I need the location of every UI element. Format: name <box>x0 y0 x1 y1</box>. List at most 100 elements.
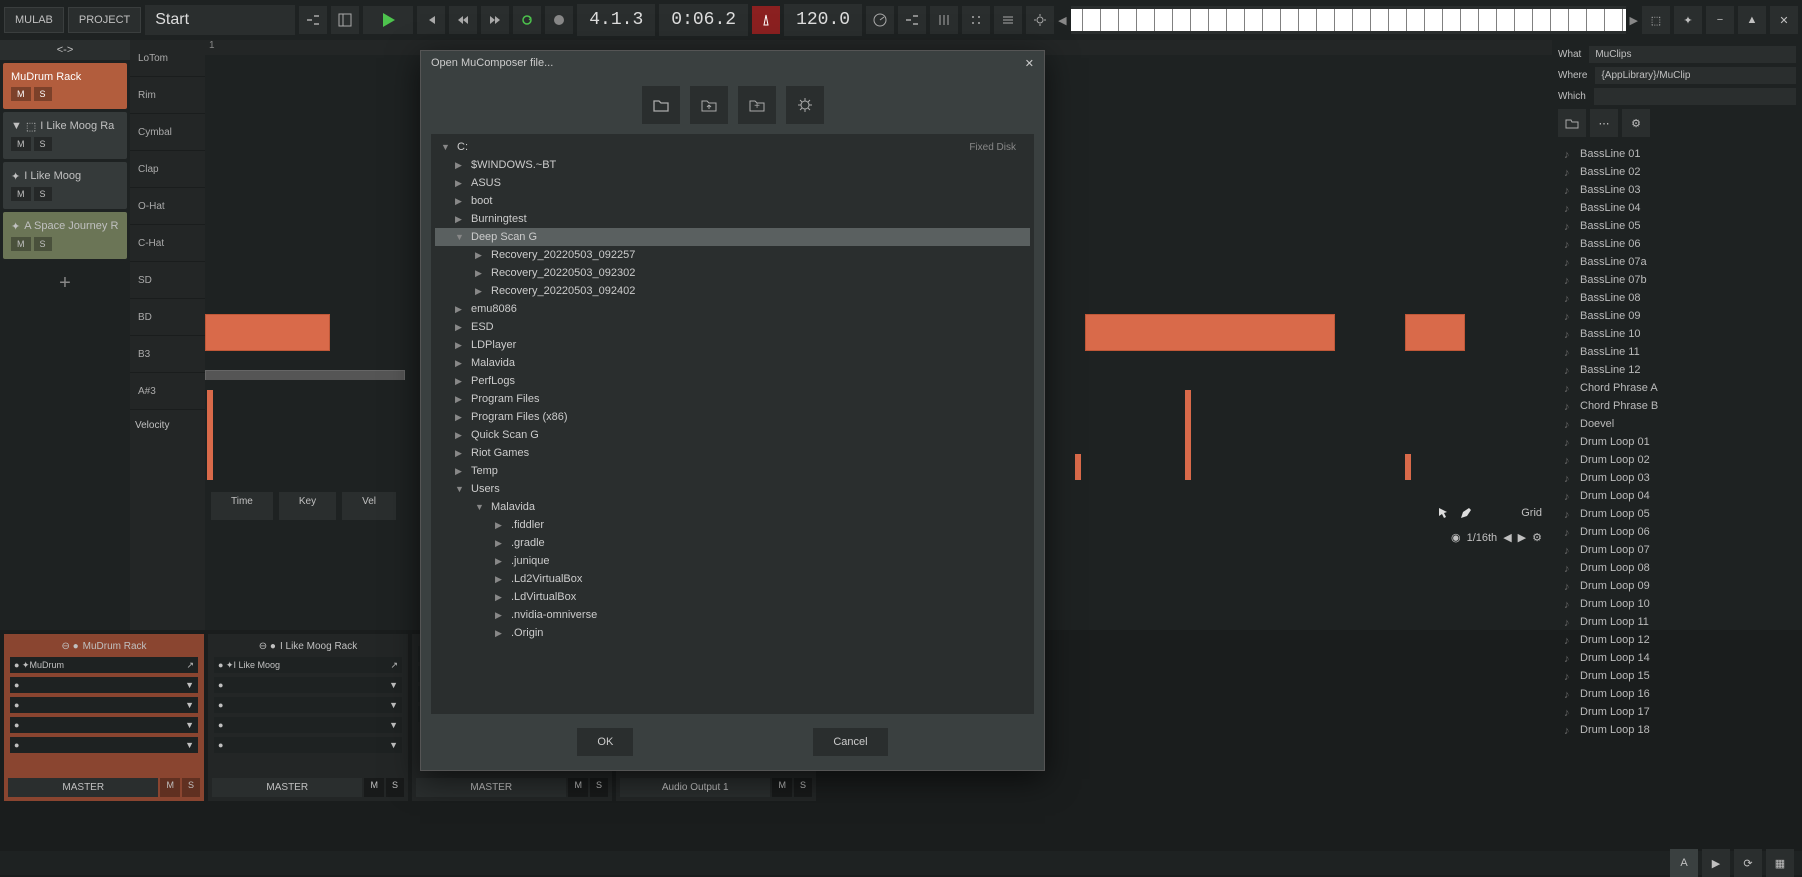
tree-item[interactable]: ▶Recovery_20220503_092302 <box>435 264 1030 282</box>
mute-button[interactable]: M <box>11 137 31 151</box>
tree-item[interactable]: ▶.fiddler <box>435 516 1030 534</box>
strip-output[interactable]: MASTER <box>8 778 158 797</box>
tempo-display[interactable]: 120.0 <box>784 4 862 36</box>
add-track-button[interactable]: + <box>0 262 130 305</box>
tree-item[interactable]: ▼C:Fixed Disk <box>435 138 1030 156</box>
expand-icon[interactable]: ↗ <box>186 660 194 671</box>
strip-output[interactable]: Audio Output 1 <box>620 778 770 797</box>
velocity-bar[interactable] <box>207 390 213 480</box>
folder-new-icon[interactable]: + <box>738 86 776 124</box>
dropdown-icon[interactable]: ▼ <box>389 700 398 710</box>
tree-expander-icon[interactable]: ▶ <box>455 322 465 333</box>
expand-icon[interactable]: ▼ <box>11 120 22 133</box>
rewind-button[interactable] <box>449 6 477 34</box>
fx-slot[interactable]: ●▼ <box>214 717 402 733</box>
tree-item[interactable]: ▶Malavida <box>435 354 1030 372</box>
library-item[interactable]: ♪Drum Loop 03 <box>1558 469 1796 487</box>
tap-tempo-icon[interactable] <box>866 6 894 34</box>
tree-expander-icon[interactable]: ▶ <box>455 160 465 171</box>
tree-expander-icon[interactable]: ▶ <box>495 628 505 639</box>
mute-button[interactable]: M <box>568 778 588 797</box>
expand-icon[interactable]: ✦ <box>1674 6 1702 34</box>
library-item[interactable]: ♪BassLine 05 <box>1558 217 1796 235</box>
list-icon[interactable] <box>994 6 1022 34</box>
tree-item[interactable]: ▶Recovery_20220503_092402 <box>435 282 1030 300</box>
solo-button[interactable]: S <box>386 778 404 797</box>
project-button[interactable]: PROJECT <box>68 7 141 33</box>
fx-slot[interactable]: ●▼ <box>10 737 198 753</box>
library-item[interactable]: ♪BassLine 09 <box>1558 307 1796 325</box>
lane-label[interactable]: BD <box>130 299 205 336</box>
drag-icon[interactable]: ✦ <box>11 220 20 233</box>
tree-expander-icon[interactable]: ▼ <box>455 232 465 242</box>
tree-expander-icon[interactable]: ▶ <box>455 304 465 315</box>
footer-loop-icon[interactable]: ⟳ <box>1734 849 1762 877</box>
tree-expander-icon[interactable]: ▶ <box>455 214 465 225</box>
library-item[interactable]: ♪BassLine 10 <box>1558 325 1796 343</box>
tree-expander-icon[interactable]: ▶ <box>475 268 485 279</box>
tree-item[interactable]: ▶Program Files <box>435 390 1030 408</box>
mixer-icon[interactable] <box>930 6 958 34</box>
tree-item[interactable]: ▶.Origin <box>435 624 1030 642</box>
position-display[interactable]: 4.1.3 <box>577 4 655 36</box>
solo-button[interactable]: S <box>794 778 812 797</box>
piano-left-icon[interactable]: ◀ <box>1058 14 1066 27</box>
tree-expander-icon[interactable]: ▶ <box>455 412 465 423</box>
loop-button[interactable] <box>513 6 541 34</box>
strip-rec-icon[interactable]: ⊖ ● <box>259 641 276 652</box>
clip[interactable] <box>1085 314 1335 351</box>
solo-button[interactable]: S <box>34 87 52 101</box>
library-item[interactable]: ♪Drum Loop 15 <box>1558 667 1796 685</box>
track-card[interactable]: ✦A Space Journey R MS <box>3 212 127 259</box>
tree-item[interactable]: ▶Quick Scan G <box>435 426 1030 444</box>
tree-item[interactable]: ▶Riot Games <box>435 444 1030 462</box>
library-item[interactable]: ♪Drum Loop 04 <box>1558 487 1796 505</box>
clip[interactable] <box>205 314 330 351</box>
dropdown-icon[interactable]: ▼ <box>185 700 194 710</box>
dropdown-icon[interactable]: ▼ <box>185 680 194 690</box>
record-button[interactable] <box>545 6 573 34</box>
lane-label[interactable]: O-Hat <box>130 188 205 225</box>
dialog-close-icon[interactable]: ✕ <box>1025 57 1034 70</box>
library-item[interactable]: ♪Drum Loop 05 <box>1558 505 1796 523</box>
tree-expander-icon[interactable]: ▶ <box>455 358 465 369</box>
library-item[interactable]: ♪Drum Loop 08 <box>1558 559 1796 577</box>
tree-item[interactable]: ▼Deep Scan G <box>435 228 1030 246</box>
vel-control[interactable]: Vel <box>342 492 396 520</box>
pencil-tool-icon[interactable] <box>1459 506 1473 520</box>
tree-expander-icon[interactable]: ▶ <box>455 466 465 477</box>
which-input[interactable] <box>1594 88 1796 105</box>
library-item[interactable]: ♪BassLine 06 <box>1558 235 1796 253</box>
library-item[interactable]: ♪Drum Loop 10 <box>1558 595 1796 613</box>
key-control[interactable]: Key <box>279 492 336 520</box>
track-card[interactable]: MuDrum Rack MS <box>3 63 127 109</box>
tree-expander-icon[interactable]: ▼ <box>441 142 451 152</box>
route-icon[interactable] <box>299 6 327 34</box>
tree-expander-icon[interactable]: ▶ <box>455 340 465 351</box>
tree-item[interactable]: ▶.gradle <box>435 534 1030 552</box>
lane-label[interactable]: Rim <box>130 77 205 114</box>
lane-label[interactable]: LoTom <box>130 40 205 77</box>
route2-icon[interactable] <box>898 6 926 34</box>
tree-item[interactable]: ▶Recovery_20220503_092257 <box>435 246 1030 264</box>
mute-button[interactable]: M <box>11 87 31 101</box>
grid-view-icon[interactable]: ⋯ <box>1590 109 1618 137</box>
layout-icon[interactable] <box>331 6 359 34</box>
solo-button[interactable]: S <box>34 187 52 201</box>
instrument-slot[interactable]: ● ✦ MuDrum↗ <box>10 657 198 673</box>
tree-expander-icon[interactable]: ▶ <box>495 556 505 567</box>
tree-item[interactable]: ▶LDPlayer <box>435 336 1030 354</box>
grid-snap-icon[interactable]: ◉ <box>1451 531 1461 544</box>
grid-value[interactable]: 1/16th <box>1467 532 1498 544</box>
library-item[interactable]: ♪Drum Loop 17 <box>1558 703 1796 721</box>
library-item[interactable]: ♪Drum Loop 18 <box>1558 721 1796 739</box>
tree-item[interactable]: ▶.LdVirtualBox <box>435 588 1030 606</box>
library-item[interactable]: ♪Chord Phrase A <box>1558 379 1796 397</box>
cancel-button[interactable]: Cancel <box>813 728 887 756</box>
tree-expander-icon[interactable]: ▶ <box>495 574 505 585</box>
fx-slot[interactable]: ●▼ <box>10 677 198 693</box>
solo-button[interactable]: S <box>182 778 200 797</box>
metronome-button[interactable] <box>752 6 780 34</box>
grid-icon[interactable] <box>962 6 990 34</box>
expand-icon[interactable]: ↗ <box>390 660 398 671</box>
